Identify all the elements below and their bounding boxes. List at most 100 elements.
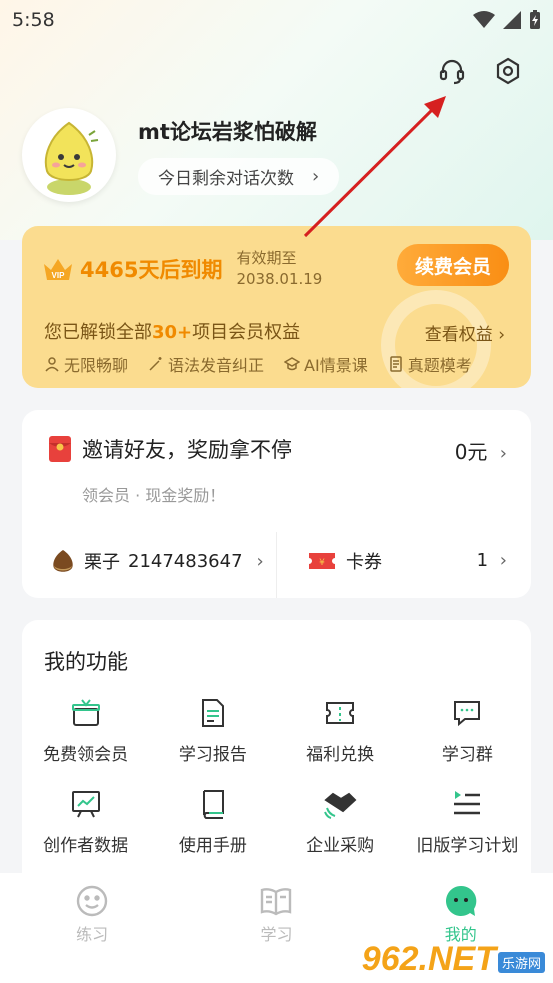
chevron-right-icon: ›	[312, 165, 320, 187]
handshake-icon	[323, 787, 357, 821]
perk-label: 真题模考	[407, 356, 472, 375]
vip-unlock-count: 30+	[152, 322, 193, 343]
watermark-logo: 962.NET	[361, 940, 496, 978]
functions-title: 我的功能	[44, 650, 128, 674]
func-label: 创作者数据	[43, 836, 129, 856]
view-rights-link[interactable]: 查看权益 ›	[425, 320, 505, 345]
chevron-right-icon: ›	[256, 550, 264, 572]
status-bar: 5:58	[0, 0, 553, 40]
functions-grid: 免费领会员 学习报告 福利兑换 学习群 创作者数据 使用手册 企业采购 旧版学习…	[22, 696, 531, 856]
invite-title-row[interactable]: 邀请好友，奖励拿不停	[48, 434, 292, 464]
site-watermark: 962.NET 乐游网	[362, 940, 545, 979]
func-free-membership[interactable]: 免费领会员	[22, 696, 149, 765]
profile-section: mt论坛岩浆怕破解 今日剩余对话次数 ›	[22, 108, 340, 202]
svg-text:¥: ¥	[319, 558, 325, 568]
status-icons	[473, 10, 541, 30]
chevron-right-icon: ›	[498, 325, 505, 345]
tab-study[interactable]: 学习	[216, 883, 336, 983]
func-label: 旧版学习计划	[416, 836, 519, 856]
manual-book-icon	[196, 787, 230, 821]
chart-board-icon	[69, 787, 103, 821]
exam-paper-icon	[389, 356, 402, 372]
perk-label: AI情景课	[304, 356, 368, 375]
func-study-report[interactable]: 学习报告	[149, 696, 276, 765]
status-time: 5:58	[12, 9, 55, 31]
magic-wand-icon	[149, 357, 162, 371]
func-creator-data[interactable]: 创作者数据	[22, 787, 149, 856]
perk-ai-scenario: AI情景课	[284, 352, 368, 376]
vip-days-left: 4465天后到期	[80, 258, 223, 282]
perk-mock-exam: 真题模考	[388, 352, 472, 376]
person-icon	[45, 357, 59, 372]
renew-membership-button[interactable]: 续费会员	[397, 244, 509, 286]
invite-subtitle: 领会员 · 现金奖励！	[82, 486, 226, 505]
chestnut-icon	[53, 550, 73, 572]
wifi-icon	[473, 11, 495, 28]
func-enterprise-purchase[interactable]: 企业采购	[277, 787, 404, 856]
avatar[interactable]	[22, 108, 116, 202]
chestnut-value: 2147483647	[128, 550, 243, 572]
tab-label: 练习	[76, 925, 109, 944]
chestnut-balance[interactable]: 栗子 2147483647 ›	[50, 548, 264, 574]
invite-card: 邀请好友，奖励拿不停 0元 › 领会员 · 现金奖励！ 栗子 2147483647…	[22, 410, 531, 598]
func-user-manual[interactable]: 使用手册	[149, 787, 276, 856]
invite-amount[interactable]: 0元 ›	[455, 436, 507, 465]
func-label: 福利兑换	[306, 745, 375, 765]
mascot-avatar-icon	[44, 121, 99, 195]
coupon-label: 卡券	[346, 552, 382, 573]
chevron-right-icon: ›	[499, 550, 507, 571]
func-welfare-exchange[interactable]: 福利兑换	[277, 696, 404, 765]
report-doc-icon	[196, 696, 230, 730]
header-actions	[437, 56, 523, 86]
ticket-icon	[323, 696, 357, 730]
invite-amount-value: 0元	[454, 440, 488, 464]
coupon-entry[interactable]: ¥ 卡券	[308, 548, 382, 574]
watermark-sub: 乐游网	[497, 952, 545, 973]
func-label: 学习群	[441, 745, 493, 765]
open-book-icon	[258, 883, 294, 919]
coupon-count[interactable]: 1 ›	[477, 550, 507, 571]
customer-service-icon[interactable]	[437, 56, 467, 86]
red-envelope-icon	[49, 436, 71, 462]
chevron-right-icon: ›	[499, 443, 507, 464]
func-label: 企业采购	[306, 836, 375, 856]
graduation-cap-icon	[284, 357, 301, 371]
coupon-count-value: 1	[476, 550, 489, 571]
vip-expire-label: 有效期至	[236, 249, 297, 267]
gift-box-icon	[69, 696, 103, 730]
chestnut-label: 栗子	[84, 552, 120, 573]
vip-expire-date: 2038.01.19	[236, 270, 323, 288]
battery-icon	[530, 10, 540, 29]
vip-unlock-text: 您已解锁全部30+项目会员权益	[44, 318, 300, 344]
func-label: 免费领会员	[43, 745, 129, 765]
username: mt论坛岩浆怕破解	[138, 119, 317, 144]
perk-unlimited-chat: 无限畅聊	[44, 352, 128, 376]
perk-label: 无限畅聊	[64, 356, 129, 375]
chat-count-label: 今日剩余对话次数	[158, 168, 294, 189]
func-study-group[interactable]: 学习群	[404, 696, 531, 765]
plan-list-icon	[450, 787, 484, 821]
svg-text:VIP: VIP	[52, 271, 66, 280]
chat-count-pill[interactable]: 今日剩余对话次数 ›	[138, 157, 340, 195]
tab-label: 学习	[260, 925, 293, 944]
divider	[276, 532, 277, 598]
coupon-ticket-icon: ¥	[309, 553, 335, 569]
perk-label: 语法发音纠正	[168, 356, 265, 375]
invite-title: 邀请好友，奖励拿不停	[82, 438, 292, 462]
signal-icon	[503, 11, 521, 29]
vip-unlock-suffix: 项目会员权益	[192, 322, 301, 343]
settings-icon[interactable]	[493, 56, 523, 86]
vip-card[interactable]: VIP 4465天后到期 有效期至 2038.01.19 续费会员 您已解锁全部…	[22, 226, 531, 388]
tab-practice[interactable]: 练习	[32, 883, 152, 983]
view-rights-label: 查看权益	[424, 325, 493, 345]
func-old-study-plan[interactable]: 旧版学习计划	[404, 787, 531, 856]
crown-vip-icon: VIP	[44, 259, 72, 280]
chat-bubble-icon	[450, 696, 484, 730]
vip-perks: 无限畅聊 语法发音纠正 AI情景课 真题模考	[44, 352, 472, 376]
func-label: 使用手册	[178, 836, 247, 856]
perk-grammar: 语法发音纠正	[148, 352, 264, 376]
vip-unlock-prefix: 您已解锁全部	[44, 322, 152, 343]
smile-face-icon	[74, 883, 110, 919]
func-label: 学习报告	[178, 745, 247, 765]
mascot-chat-icon	[443, 883, 479, 919]
